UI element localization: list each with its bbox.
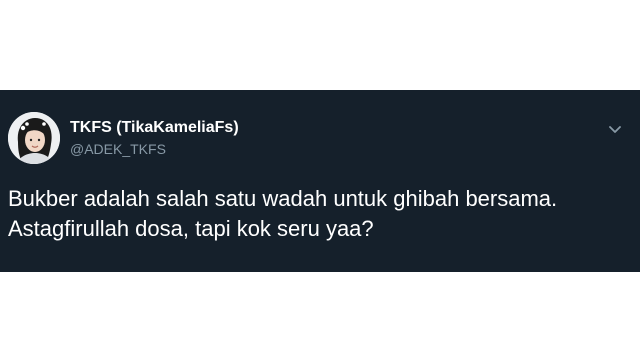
author-handle[interactable]: @ADEK_TKFS <box>70 140 239 158</box>
tweet-text: Bukber adalah salah satu wadah untuk ghi… <box>8 186 558 241</box>
chevron-down-icon[interactable] <box>608 122 622 133</box>
avatar[interactable] <box>8 112 60 164</box>
author-display-name[interactable]: TKFS (TikaKameliaFs) <box>70 118 239 138</box>
tweet-card: TKFS (TikaKameliaFs) @ADEK_TKFS Bukber a… <box>0 90 640 272</box>
screenshot-canvas: TKFS (TikaKameliaFs) @ADEK_TKFS Bukber a… <box>0 0 640 360</box>
profile-photo-icon <box>8 112 60 164</box>
tweet-author: TKFS (TikaKameliaFs) @ADEK_TKFS <box>70 118 239 158</box>
